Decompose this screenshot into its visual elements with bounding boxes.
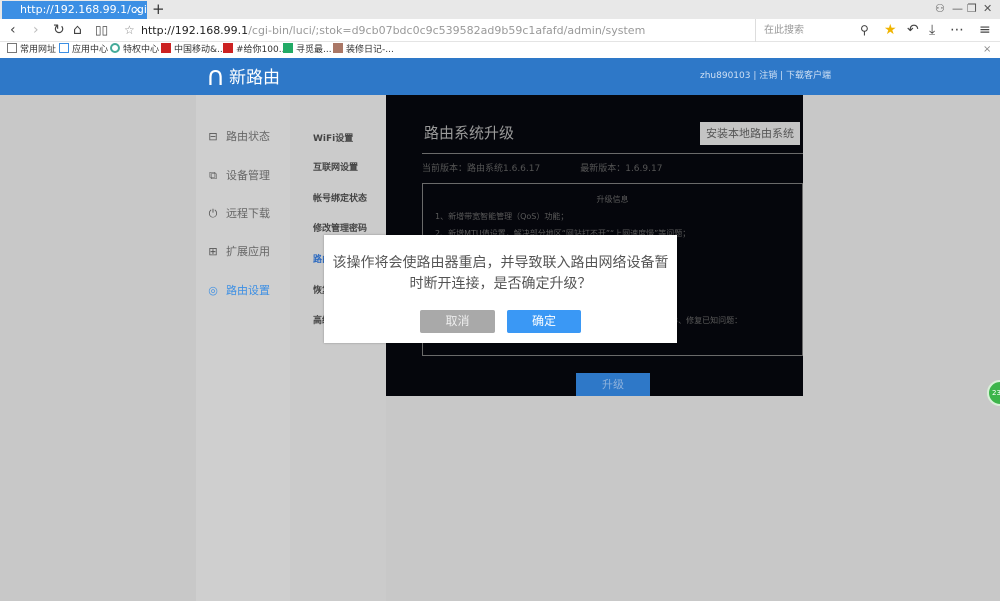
user-icon[interactable]: ⚇	[935, 2, 945, 15]
submenu-item[interactable]: WiFi设置	[313, 131, 353, 144]
sidebar-item-router-status[interactable]: ⊟ 路由状态	[206, 128, 270, 144]
home-button[interactable]: ⌂	[73, 19, 82, 42]
current-version: 当前版本：路由系统1.6.6.17	[422, 164, 541, 174]
bookmark[interactable]: #给你100...	[223, 42, 287, 58]
confirm-dialog: 该操作将会使路由器重启，并导致联入路由网络设备暂时断开连接，是否确定升级？ 取消…	[324, 235, 677, 343]
settings-icon: ◎	[208, 284, 218, 297]
divider	[422, 153, 803, 154]
logo: ∩ 新路由	[206, 63, 280, 92]
user-links: zhu890103 | 注销 | 下载客户端	[700, 71, 832, 81]
reload-button[interactable]: ↻	[53, 19, 65, 42]
tab-title: http://192.168.99.1/cgi-bin/l	[20, 3, 147, 16]
bookmark-label: #给你100...	[236, 45, 288, 55]
sidebar-label: 设备管理	[226, 169, 270, 182]
cancel-button[interactable]: 取消	[420, 310, 495, 333]
sidebar-item-settings[interactable]: ◎ 路由设置	[206, 282, 270, 298]
router-icon: ⊟	[208, 130, 218, 143]
favorites-star-icon[interactable]: ★	[884, 19, 897, 42]
bookmark[interactable]: 装修日记-...	[333, 42, 394, 58]
bookmark-label: 中国移动&...	[174, 45, 226, 55]
url-path: /cgi-bin/luci/;stok=d9cb07bdc0c9c539582a…	[248, 24, 646, 37]
bookmark-label: 特权中心	[123, 45, 160, 55]
sidebar-label: 扩展应用	[226, 245, 270, 258]
bookmark-label: 应用中心	[72, 45, 109, 55]
submenu-item[interactable]: 互联网设置	[313, 160, 358, 173]
download-icon[interactable]: ⤓	[929, 19, 935, 42]
panel-title: 路由系统升级	[424, 124, 515, 142]
device-icon: ⧉	[209, 169, 217, 182]
restore-button[interactable]: ❐	[967, 2, 977, 15]
bookmark[interactable]: 常用网址	[7, 42, 56, 58]
app-header: ∩ 新路由 zhu890103 | 注销 | 下载客户端	[0, 58, 1000, 95]
url-host: http://192.168.99.1	[141, 24, 249, 37]
download-client-link[interactable]: 下载客户端	[786, 71, 831, 81]
bookmark[interactable]: 中国移动&...	[161, 42, 226, 58]
apps-icon: ⊞	[208, 245, 218, 258]
address-bar[interactable]: http://192.168.99.1/cgi-bin/luci/;stok=d…	[141, 19, 645, 42]
close-window-button[interactable]: ✕	[983, 2, 992, 15]
submenu-item[interactable]: 修改管理密码	[313, 221, 367, 234]
username: zhu890103	[700, 71, 751, 81]
search-input[interactable]: 在此搜索	[755, 19, 870, 42]
submenu-item[interactable]: 恢复出厂	[313, 283, 324, 296]
latest-version: 最新版本：1.6.9.17	[580, 164, 663, 174]
bookmark[interactable]: 特权中心	[110, 42, 159, 58]
confirm-button[interactable]: 确定	[507, 310, 581, 333]
logo-text: 新路由	[229, 68, 281, 88]
star-outline-icon[interactable]: ☆	[124, 19, 135, 42]
download-icon: ⏻	[208, 207, 218, 220]
bookmarks-bar: 常用网址 应用中心 特权中心 中国移动&... #给你100... 寻觅最...…	[0, 42, 1000, 58]
menu-icon[interactable]: ≡	[979, 19, 991, 42]
tab-bar	[0, 0, 1000, 19]
note-item: 3、修复已知问题：	[673, 316, 743, 325]
bookmark-label: 常用网址	[20, 45, 57, 55]
notes-title: 升级信息	[596, 195, 629, 204]
install-local-button[interactable]: 安装本地路由系统	[700, 122, 800, 145]
dialog-message: 该操作将会使路由器重启，并导致联入路由网络设备暂时断开连接，是否确定升级？	[332, 255, 669, 292]
upgrade-button[interactable]: 升级	[576, 373, 650, 396]
version-info: 当前版本：路由系统1.6.6.17 最新版本：1.6.9.17	[422, 161, 702, 174]
sidebar-item-devices[interactable]: ⧉ 设备管理	[206, 167, 270, 183]
minimize-button[interactable]: —	[952, 2, 963, 15]
logout-link[interactable]: 注销	[759, 71, 777, 81]
sidebar-item-remote-download[interactable]: ⏻ 远程下载	[206, 205, 270, 221]
submenu-item-active[interactable]: 路由升级	[313, 252, 324, 265]
sidebar-item-apps[interactable]: ⊞ 扩展应用	[206, 243, 270, 259]
browser-tab[interactable]: http://192.168.99.1/cgi-bin/l×	[2, 1, 147, 19]
submenu-item[interactable]: 帐号绑定状态	[313, 191, 367, 204]
forward-button[interactable]: ›	[33, 19, 39, 42]
bookmark-label: 装修日记-...	[346, 45, 394, 55]
floating-badge[interactable]: 23	[987, 380, 1000, 406]
search-icon[interactable]: ⚲	[860, 19, 869, 42]
sidebar-label: 路由状态	[226, 130, 270, 143]
submenu-item[interactable]: 高级设置	[313, 313, 324, 326]
back-button[interactable]: ‹	[10, 19, 16, 42]
more-icon[interactable]: ⋯	[950, 19, 964, 42]
close-bar-icon[interactable]: ×	[983, 42, 991, 58]
sidebar-label: 远程下载	[226, 207, 270, 220]
sidebar-label: 路由设置	[226, 284, 270, 297]
nav-bar: ‹ › ↻ ⌂ ▯▯ ☆ http://192.168.99.1/cgi-bin…	[0, 19, 1000, 42]
bookmark[interactable]: 寻觅最...	[283, 42, 332, 58]
logo-icon: ∩	[206, 62, 226, 92]
close-tab-icon[interactable]: ×	[133, 1, 142, 19]
undo-icon[interactable]: ↶	[907, 19, 919, 42]
new-tab-button[interactable]: +	[152, 0, 165, 19]
bookmark-label: 寻觅最...	[296, 45, 332, 55]
note-item: 1、新增带宽智能管理（QoS）功能；	[435, 212, 569, 221]
bookmark[interactable]: 应用中心	[59, 42, 108, 58]
reader-icon[interactable]: ▯▯	[95, 19, 108, 42]
